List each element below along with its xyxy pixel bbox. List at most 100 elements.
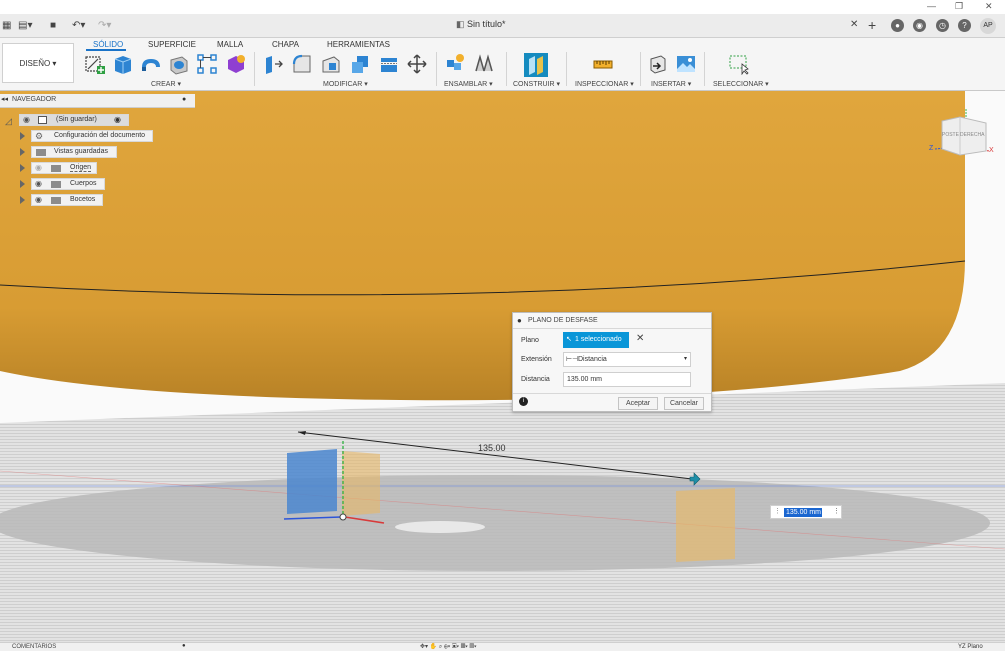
separator [436, 52, 437, 86]
new-component-icon[interactable] [444, 53, 466, 75]
expand-arrow-icon[interactable] [20, 148, 25, 156]
tab-surface[interactable]: SUPERFICIE [148, 40, 196, 49]
separator [704, 52, 705, 86]
tree-item-bodies[interactable]: ◉ Cuerpos [31, 178, 105, 190]
tab-mesh[interactable]: MALLA [217, 40, 243, 49]
create-sketch-icon[interactable] [84, 53, 106, 75]
expand-arrow-icon[interactable] [20, 164, 25, 172]
dimension-input-value[interactable]: 135.00 mm [784, 508, 822, 517]
offset-plane-icon[interactable] [524, 53, 548, 77]
drag-grip-icon[interactable]: ⋮ [774, 507, 781, 515]
viewcube-face-side[interactable]: POSTE [942, 132, 959, 138]
inspect-menu[interactable]: INSPECCIONAR ▾ [575, 80, 634, 88]
extrude-icon[interactable] [112, 53, 134, 75]
eye-icon[interactable]: ◉ [23, 115, 30, 125]
online-icon[interactable]: ◉ [913, 19, 926, 32]
tree-item-saved-views[interactable]: Vistas guardadas [31, 146, 117, 158]
close-tab-icon[interactable]: ✕ [850, 19, 858, 30]
separator [254, 52, 255, 86]
ok-button[interactable]: Aceptar [618, 397, 658, 410]
redo-icon[interactable]: ↷▾ [98, 20, 111, 31]
navigator-pin-icon[interactable]: ● [182, 96, 186, 103]
tree-item-root[interactable]: ◉ (Sin guardar) ◉ [19, 114, 129, 126]
fillet-icon[interactable] [291, 53, 313, 75]
combine-icon[interactable] [349, 53, 371, 75]
navigation-tools[interactable]: ✥▾ ✋ ⌕ ⊕▾ ▣▾ ▦▾ ▤▾ [420, 643, 477, 651]
quick-access-bar: ▦ ▤▾ ■ ↶▾ ↷▾ ◧ Sin título* ✕ + ● ◉ ◷ ? A… [0, 14, 1005, 38]
joint-icon[interactable] [473, 53, 495, 75]
eye-icon[interactable]: ◉ [35, 179, 42, 189]
dimension-input[interactable]: ⋮ 135.00 mm ⋮ [770, 505, 842, 519]
measure-icon[interactable] [592, 53, 614, 75]
folder-icon [51, 197, 61, 204]
dialog-header[interactable]: ● PLANO DE DESFASE [513, 313, 711, 329]
plane-selection-button[interactable]: ↖ 1 seleccionado [563, 332, 629, 348]
create-menu[interactable]: CREAR ▾ [151, 80, 181, 88]
modify-menu[interactable]: MODIFICAR ▾ [323, 80, 368, 88]
expand-arrow-icon[interactable] [20, 180, 25, 188]
eye-icon[interactable]: ◉ [35, 195, 42, 205]
cursor-icon: ↖ [566, 336, 572, 343]
workspace-switcher[interactable]: DISEÑO ▾ [2, 43, 74, 83]
history-icon[interactable]: ◷ [936, 19, 949, 32]
document-tab[interactable]: ◧ Sin título* [456, 19, 506, 30]
extensions-icon[interactable]: ● [891, 19, 904, 32]
undo-icon[interactable]: ↶▾ [72, 20, 85, 31]
minimize-icon[interactable]: — [927, 1, 936, 11]
form-icon[interactable] [225, 53, 247, 75]
eye-hidden-icon[interactable]: ◉ [35, 163, 42, 173]
new-tab-icon[interactable]: + [868, 17, 876, 33]
viewcube[interactable]: POSTE DERECHA Z X [928, 108, 998, 164]
chamfer-icon[interactable] [320, 53, 342, 75]
canvas-image-icon[interactable] [675, 53, 697, 75]
revolve-icon[interactable] [140, 53, 162, 75]
more-options-icon[interactable]: ⋮ [833, 507, 840, 515]
distance-input[interactable]: 135.00 mm [563, 372, 691, 387]
viewcube-face-front[interactable]: DERECHA [960, 132, 984, 138]
comments-pin-icon[interactable]: ● [182, 643, 186, 649]
tree-item-document-settings[interactable]: ⚙ Configuración del documento [31, 130, 153, 142]
help-icon[interactable]: ? [958, 19, 971, 32]
distance-type-icon: ⊢⊣ [566, 356, 579, 363]
dialog-collapse-icon[interactable]: ● [517, 316, 522, 325]
assemble-menu[interactable]: ENSAMBLAR ▾ [444, 80, 493, 88]
save-icon[interactable]: ■ [50, 20, 56, 31]
grid-menu-icon[interactable]: ▦ [2, 20, 11, 31]
move-icon[interactable] [406, 53, 428, 75]
tab-sheet-metal[interactable]: CHAPA [272, 40, 299, 49]
insert-derive-icon[interactable] [647, 53, 669, 75]
navigator-panel: ◂◂ NAVEGADOR ● [0, 94, 195, 108]
construct-menu[interactable]: CONSTRUIR ▾ [513, 80, 560, 88]
insert-menu[interactable]: INSERTAR ▾ [651, 80, 691, 88]
collapse-icon[interactable]: ◂◂ [1, 95, 8, 103]
active-tab-indicator [86, 49, 126, 51]
select-box-icon[interactable] [728, 53, 750, 75]
rectangular-pattern-icon[interactable] [196, 53, 218, 75]
status-bar: COMENTARIOS ● ✥▾ ✋ ⌕ ⊕▾ ▣▾ ▦▾ ▤▾ YZ Plan… [0, 642, 1005, 651]
clear-selection-icon[interactable]: ✕ [636, 333, 644, 344]
press-pull-icon[interactable] [262, 53, 284, 75]
file-icon[interactable]: ▤▾ [18, 20, 32, 31]
separator [566, 52, 567, 86]
restore-icon[interactable]: ❐ [955, 1, 963, 12]
avatar[interactable]: AP [980, 18, 996, 34]
cancel-button[interactable]: Cancelar [664, 397, 704, 410]
select-menu[interactable]: SELECCIONAR ▾ [713, 80, 769, 88]
tree-item-sketches[interactable]: ◉ Bocetos [31, 194, 103, 206]
viewport-canvas[interactable] [0, 91, 1005, 642]
comments-panel[interactable]: COMENTARIOS [12, 644, 56, 650]
expand-arrow-icon[interactable] [20, 196, 25, 204]
split-body-icon[interactable] [378, 53, 400, 75]
tab-solid[interactable]: SÓLIDO [93, 40, 123, 49]
info-icon[interactable]: i [519, 397, 528, 406]
hole-icon[interactable] [168, 53, 190, 75]
activate-radio-icon[interactable]: ◉ [114, 115, 121, 125]
close-window-icon[interactable]: ✕ [985, 1, 993, 12]
dialog-footer: i Aceptar Cancelar [513, 393, 711, 411]
tab-tools[interactable]: HERRAMIENTAS [327, 40, 390, 49]
extent-select[interactable]: ⊢⊣ Distancia ▾ [563, 352, 691, 367]
distance-label: Distancia [521, 376, 550, 383]
tree-item-origin[interactable]: ◉ Origen [31, 162, 97, 174]
axis-z-label: Z [929, 145, 934, 152]
expand-arrow-icon[interactable] [20, 132, 25, 140]
